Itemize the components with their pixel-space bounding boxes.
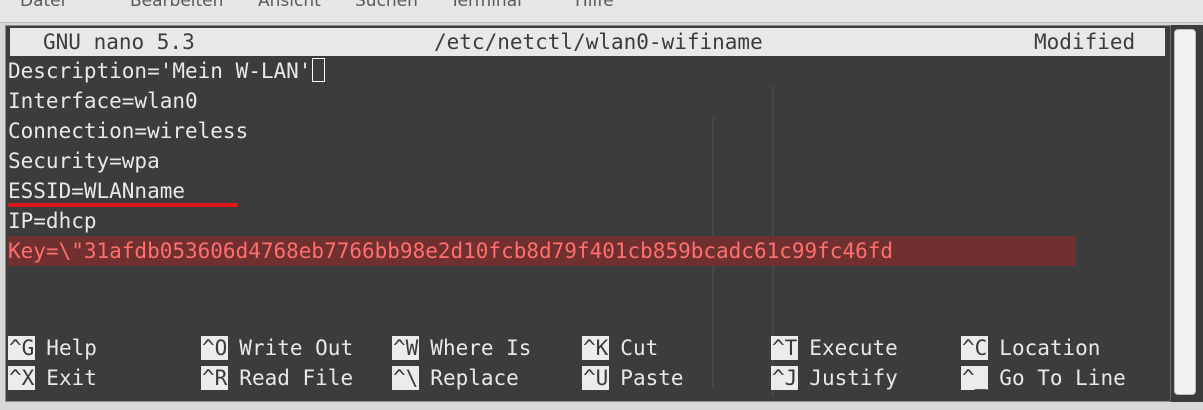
shortcut-key: ^W xyxy=(392,336,420,360)
shortcut-label: Where Is xyxy=(430,336,532,360)
line-text: Security=wpa xyxy=(8,149,160,173)
menu-ansicht[interactable]: Ansicht xyxy=(258,0,321,11)
shortcut-replace[interactable]: ^\ Replace xyxy=(392,363,519,393)
menu-bearbeiten[interactable]: Bearbeiten xyxy=(130,0,223,11)
editor-line: Interface=wlan0 xyxy=(8,86,1168,116)
shortcut-key: ^O xyxy=(201,336,229,360)
menu-terminal[interactable]: Terminal xyxy=(450,0,522,11)
terminal-window[interactable]: GNU nano 5.3 /etc/netctl/wlan0-wifiname … xyxy=(5,25,1172,402)
shortcut-key: ^T xyxy=(771,336,799,360)
menu-hilfe[interactable]: Hilfe xyxy=(575,0,614,11)
line-text: Key=\"31afdb053606d4768eb7766bb98e2d10fc… xyxy=(8,239,894,263)
shortcut-key: ^K xyxy=(582,336,610,360)
shortcut-where-is[interactable]: ^W Where Is xyxy=(392,333,531,363)
shortcut-execute[interactable]: ^T Execute xyxy=(771,333,898,363)
shortcut-label: Execute xyxy=(809,336,898,360)
shortcut-label: Cut xyxy=(620,336,659,360)
nano-filename: /etc/netctl/wlan0-wifiname xyxy=(434,30,763,54)
shortcut-label: Location xyxy=(999,336,1101,360)
shortcut-key: ^X xyxy=(8,366,36,390)
shortcut-label: Paste xyxy=(620,366,684,390)
shortcut-label: Exit xyxy=(46,366,97,390)
shortcut-key: ^U xyxy=(582,366,610,390)
editor-line: Security=wpa xyxy=(8,146,1168,176)
shortcut-row: ^X Exit ^R Read File ^\ Replace ^U Paste ^J J… xyxy=(8,363,1168,393)
shortcut-justify[interactable]: ^J Justify xyxy=(771,363,898,393)
shortcut-label: Help xyxy=(46,336,97,360)
shortcut-key: ^_ xyxy=(961,366,989,390)
editor-area[interactable]: Description='Mein W-LAN' Interface=wlan0… xyxy=(8,56,1168,266)
shortcut-key: ^C xyxy=(961,336,989,360)
shortcut-go-to-line[interactable]: ^_ Go To Line xyxy=(961,363,1126,393)
line-text: Interface=wlan0 xyxy=(8,89,198,113)
shortcut-label: Write Out xyxy=(239,336,354,360)
terminal-scrollbar[interactable] xyxy=(1170,25,1203,402)
shortcut-key: ^R xyxy=(201,366,229,390)
editor-line: IP=dhcp xyxy=(8,206,1168,236)
shortcut-location[interactable]: ^C Location xyxy=(961,333,1100,363)
nano-title-bar: GNU nano 5.3 /etc/netctl/wlan0-wifiname … xyxy=(10,28,1165,56)
terminal-menubar: Datei Bearbeiten Ansicht Suchen Terminal… xyxy=(0,0,1203,23)
editor-line-essid: ESSID=WLANname xyxy=(8,176,1168,207)
shortcut-label: Justify xyxy=(809,366,898,390)
shortcut-write-out[interactable]: ^O Write Out xyxy=(201,333,353,363)
shortcut-key: ^J xyxy=(771,366,799,390)
menu-datei[interactable]: Datei xyxy=(20,0,65,11)
line-text: Description='Mein W-LAN' xyxy=(8,59,312,83)
shortcut-key: ^G xyxy=(8,336,36,360)
shortcut-read-file[interactable]: ^R Read File xyxy=(201,363,353,393)
nano-version: GNU nano 5.3 xyxy=(43,30,195,54)
line-text: IP=dhcp xyxy=(8,209,97,233)
nano-modified-status: Modified xyxy=(1034,30,1136,54)
editor-line-key-highlighted: Key=\"31afdb053606d4768eb7766bb98e2d10fc… xyxy=(8,236,1076,266)
shortcut-row: ^G Help ^O Write Out ^W Where Is ^K Cut ^T Ex… xyxy=(8,333,1168,363)
scrollbar-thumb[interactable] xyxy=(1174,29,1196,395)
shortcut-key: ^\ xyxy=(392,366,420,390)
shortcut-paste[interactable]: ^U Paste xyxy=(582,363,684,393)
editor-line: Connection=wireless xyxy=(8,116,1168,146)
line-text: Connection=wireless xyxy=(8,119,249,143)
shortcut-bar: ^G Help ^O Write Out ^W Where Is ^K Cut ^T Ex… xyxy=(8,333,1168,393)
shortcut-cut[interactable]: ^K Cut xyxy=(582,333,658,363)
line-text: ESSID=WLANname xyxy=(8,179,186,203)
shortcut-label: Replace xyxy=(430,366,519,390)
shortcut-help[interactable]: ^G Help xyxy=(8,333,97,363)
shortcut-label: Read File xyxy=(239,366,354,390)
text-cursor xyxy=(312,58,326,82)
shortcut-exit[interactable]: ^X Exit xyxy=(8,363,97,393)
menu-suchen[interactable]: Suchen xyxy=(355,0,418,11)
editor-line: Description='Mein W-LAN' xyxy=(8,56,1168,86)
shortcut-label: Go To Line xyxy=(999,366,1126,390)
